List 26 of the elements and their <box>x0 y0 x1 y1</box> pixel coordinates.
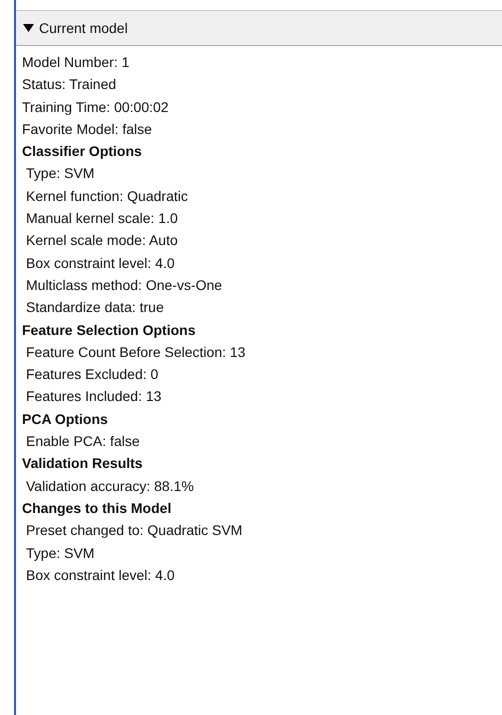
info-line: Type: SVM <box>25 164 96 184</box>
info-line: Preset changed to: Quadratic SVM <box>25 521 244 540</box>
section-heading: Feature Selection Options <box>22 320 196 340</box>
section-heading: Validation Results <box>22 454 144 474</box>
info-line: Status: Trained <box>22 75 118 94</box>
info-line: Feature Count Before Selection: 13 <box>25 342 246 362</box>
info-line: Validation accuracy: 88.1% <box>25 476 195 496</box>
info-line: Standardize data: true <box>25 298 165 318</box>
panel-title: Current model <box>39 20 128 36</box>
info-line: Kernel scale mode: Auto <box>25 231 179 250</box>
info-line: Kernel function: Quadratic <box>25 186 189 206</box>
info-line: Enable PCA: false <box>25 432 141 452</box>
section-heading: Classifier Options <box>22 142 143 162</box>
info-line: Favorite Model: false <box>22 120 153 139</box>
info-line: Training Time: 00:00:02 <box>22 98 170 117</box>
info-line: Manual kernel scale: 1.0 <box>25 209 179 228</box>
panel-header[interactable]: Current model <box>16 10 502 46</box>
info-line: Features Excluded: 0 <box>25 365 160 384</box>
info-line: Box constraint level: 4.0 <box>25 566 176 585</box>
section-heading: PCA Options <box>22 410 109 429</box>
section-heading: Changes to this Model <box>22 498 172 518</box>
info-line: Multiclass method: One-vs-One <box>25 276 224 295</box>
info-line: Features Included: 13 <box>25 387 162 406</box>
info-line: Box constraint level: 4.0 <box>25 254 176 273</box>
info-line: Model Number: 1 <box>22 53 130 72</box>
info-line: Type: SVM <box>25 544 96 563</box>
